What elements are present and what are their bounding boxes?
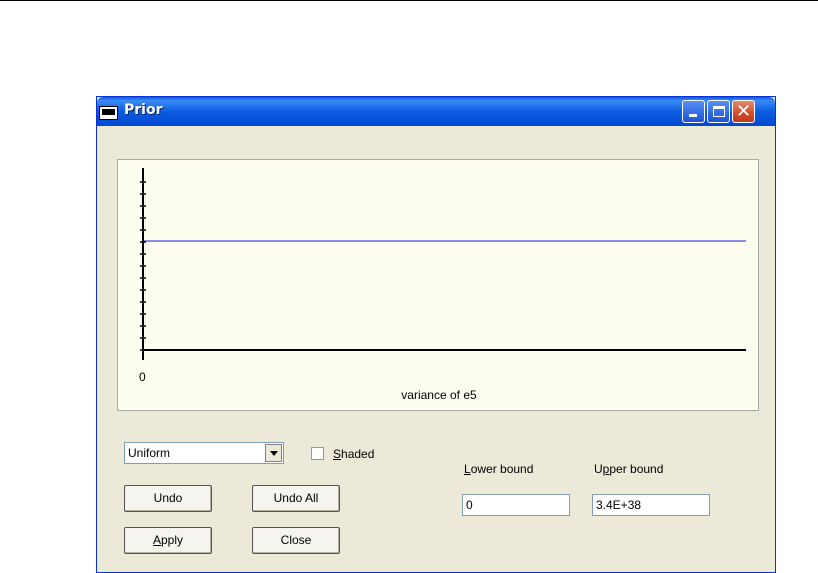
apply-button[interactable]: Apply [124,527,212,554]
undo-all-button[interactable]: Undo All [252,485,340,512]
distribution-select-value: Uniform [128,446,171,460]
prior-density-plot: 0 variance of e5 [117,159,759,411]
x-tick-label: 0 [139,370,146,384]
close-window-button[interactable]: ✕ [732,100,755,123]
window-app-icon [99,106,118,120]
prior-dialog-window: Prior ✕ 0 variance of e5 Uniform Shaded … [96,96,776,573]
upper-bound-label: Upper bound [594,462,664,476]
close-button[interactable]: Close [252,527,340,554]
dropdown-arrow-icon[interactable] [265,444,282,462]
title-bar[interactable]: Prior ✕ [97,97,775,126]
lower-bound-label: Lower bound [464,462,534,476]
maximize-icon [713,106,725,117]
shaded-checkbox[interactable] [311,447,324,460]
x-axis-label: variance of e5 [401,388,477,402]
plot-canvas [140,168,746,360]
window-title: Prior [124,102,163,118]
close-icon: ✕ [735,101,752,122]
undo-button[interactable]: Undo [124,485,212,512]
minimize-icon [689,114,697,117]
page-top-rule [0,0,818,1]
lower-bound-input[interactable]: 0 [462,494,570,516]
minimize-button[interactable] [682,100,705,123]
shaded-label: Shaded [333,447,375,461]
distribution-select[interactable]: Uniform [124,442,284,464]
upper-bound-input[interactable]: 3.4E+38 [592,494,710,516]
maximize-button[interactable] [707,100,730,123]
